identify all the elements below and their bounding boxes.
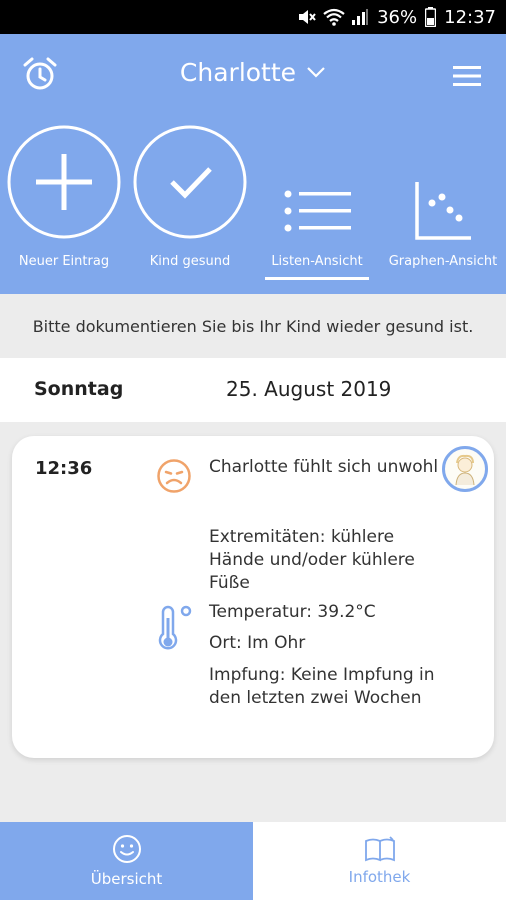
signal-icon [352,9,369,25]
entry-card[interactable]: 12:36 Charlotte fühlt sich unwohl Extrem… [12,436,494,758]
child-avatar-image [455,454,475,486]
status-bar: 36% 12:37 [0,0,506,34]
wifi-icon [323,8,345,26]
child-avatar[interactable] [442,446,488,492]
smiley-icon [112,835,141,863]
child-selector[interactable]: Charlotte [150,52,356,92]
info-text: Bitte dokumentieren Sie bis Ihr Kind wie… [0,294,506,358]
date-label: 25. August 2019 [226,377,392,401]
check-circle-icon [133,125,247,239]
list-icon [284,190,351,232]
new-entry-button[interactable]: Neuer Eintrag [2,124,126,284]
book-icon [364,836,395,862]
entry-temperature: Temperatur: 39.2°C [209,602,376,622]
tab-overview-label: Übersicht [90,870,163,888]
entry-extremities: Extremitäten: kühlere Hände und/oder küh… [209,527,415,593]
date-header: Sonntag 25. August 2019 [0,358,506,422]
list-view-tab[interactable]: Listen-Ansicht [255,124,379,284]
plus-circle-icon [7,125,121,239]
chevron-down-icon [307,67,325,78]
entry-time: 12:36 [35,458,93,479]
status-icons [297,8,369,26]
action-bar: Neuer Eintrag Kind gesund Listen-Ansicht… [0,124,506,294]
entry-location: Ort: Im Ohr [209,633,306,653]
entry-status: Charlotte fühlt sich unwohl [209,457,439,477]
child-healthy-button[interactable]: Kind gesund [128,124,252,284]
list-view-label: Listen-Ansicht [271,254,363,269]
graph-view-label: Graphen-Ansicht [388,254,498,269]
clock: 12:37 [444,6,496,28]
header-top-bar: Charlotte [0,34,506,110]
mute-icon [299,10,316,24]
new-entry-label: Neuer Eintrag [18,254,110,269]
unwell-face-icon [157,459,191,493]
thermometer-icon [158,605,192,650]
entry-vaccination: Impfung: Keine Impfung in den letzten zw… [209,665,435,708]
battery-icon [425,7,437,27]
alarm-clock-icon[interactable] [22,56,58,92]
child-name: Charlotte [179,57,297,87]
active-tab-indicator [265,277,369,280]
tab-infothek-label: Infothek [348,868,411,886]
battery-percent: 36% [377,6,418,28]
bottom-navigation: Übersicht Infothek [0,822,506,900]
graph-view-tab[interactable]: Graphen-Ansicht [381,124,505,284]
app-header: Charlotte Neuer Eintrag Kind gesund List… [0,34,506,294]
tab-infothek[interactable]: Infothek [253,822,506,900]
hamburger-menu-icon[interactable] [451,62,483,90]
day-label: Sonntag [34,378,124,400]
scatter-graph-icon [415,182,471,240]
tab-overview[interactable]: Übersicht [0,822,253,900]
child-healthy-label: Kind gesund [149,254,231,269]
